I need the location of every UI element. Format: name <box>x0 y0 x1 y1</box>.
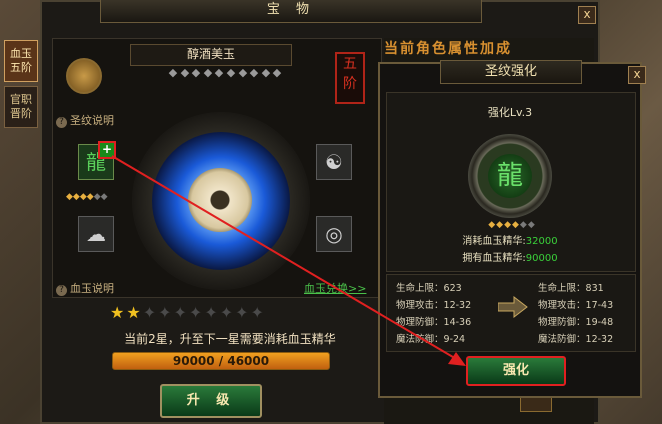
popup-title: 圣纹强化 <box>440 60 582 84</box>
star-rating: ★★✦✦✦✦✦✦✦✦ <box>110 303 266 322</box>
grade-dots <box>168 68 282 78</box>
star-empty-icon: ✦ <box>250 303 266 322</box>
stat-row: 魔法防御：9-24 <box>396 334 466 345</box>
star-empty-icon: ✦ <box>219 303 236 322</box>
tab-label-line1: 官职 <box>10 93 32 106</box>
grade-dot <box>249 68 259 78</box>
star-empty-icon: ✦ <box>188 303 205 322</box>
mini-star-icon: ◆ <box>100 192 108 202</box>
enhance-level: 强化Lv.3 <box>487 106 533 119</box>
rune-slot-spiral-icon[interactable]: ◎ <box>316 216 352 252</box>
seal-char: 五 <box>343 56 357 72</box>
rank-seal: 五 阶 <box>335 52 365 104</box>
stat-label: 物理防御 <box>538 317 577 328</box>
tab-label-line2: 晋阶 <box>10 107 32 120</box>
dragon-rune-icon: 龍 <box>488 154 532 198</box>
rune-slot-dragon2-icon[interactable]: ☯ <box>316 144 352 180</box>
star-filled-icon: ★ <box>110 303 127 322</box>
rune-help-label: 圣纹说明 <box>70 114 114 127</box>
stat-label: 物理攻击 <box>538 300 577 311</box>
own-row: 拥有血玉精华:90000 <box>386 249 634 264</box>
stat-row: 物理攻击：12-32 <box>396 300 472 311</box>
stat-value: 9-24 <box>443 334 466 345</box>
stat-label: 魔法防御 <box>538 334 577 345</box>
grade-dot <box>261 68 270 78</box>
stat-label: 魔法防御 <box>396 334 435 345</box>
tab-official-rank[interactable]: 官职 晋阶 <box>4 86 38 128</box>
star-empty-icon: ✦ <box>204 303 220 322</box>
grade-dot <box>226 68 235 78</box>
star-empty-icon: ✦ <box>235 303 251 322</box>
own-value: 90000 <box>525 253 558 264</box>
popup-close-button[interactable]: x <box>628 66 646 84</box>
stat-row: 生命上限：831 <box>538 283 604 294</box>
stat-row: 物理防御：14-36 <box>396 317 472 328</box>
rune-add-plus-button[interactable]: + <box>98 141 116 159</box>
stat-value: 12-32 <box>443 300 472 311</box>
stat-row: 物理攻击：17-43 <box>538 300 614 311</box>
rune-slot-cloud-icon[interactable]: ☁ <box>78 216 114 252</box>
stat-row: 魔法防御：12-32 <box>538 334 614 345</box>
stat-value: 17-43 <box>585 300 614 311</box>
current-stats: 生命上限：623 物理攻击：12-32 物理防御：14-36 魔法防御：9-24 <box>396 280 471 348</box>
blood-exchange-link[interactable]: 血玉兑换>> <box>304 280 366 296</box>
tab-label-line2: 五阶 <box>10 61 32 74</box>
lion-emblem-icon <box>66 58 102 94</box>
stat-label: 生命上限 <box>396 283 435 294</box>
enhance-star-dots: ◆◆◆◆◆◆ <box>488 220 536 230</box>
blood-help-label: 血玉说明 <box>70 282 114 295</box>
mini-star-icon: ◆ <box>79 192 87 202</box>
star-empty-icon: ✦ <box>158 303 174 322</box>
enhance-button[interactable]: 强化 <box>466 356 566 386</box>
jade-name: 醇酒美玉 <box>130 44 292 66</box>
grade-dot <box>191 68 201 78</box>
attribute-banner: 当前角色属性加成 <box>384 41 512 57</box>
mini-star-icon: ◆ <box>93 192 101 202</box>
grade-dot <box>203 68 212 78</box>
hidden-button <box>520 396 552 412</box>
stat-value: 12-32 <box>585 334 614 345</box>
question-icon: ? <box>56 117 67 128</box>
upgrade-button[interactable]: 升 级 <box>160 384 262 418</box>
stat-label: 生命上限 <box>538 283 577 294</box>
mini-star-icon: ◆ <box>86 192 94 202</box>
star-filled-icon: ★ <box>126 303 143 322</box>
stat-value: 14-36 <box>443 317 472 328</box>
upgrade-cost-text: 当前2星，升至下一星需要消耗血玉精华 <box>124 332 336 346</box>
blood-help-link[interactable]: ? 血玉说明 <box>56 280 114 296</box>
grade-dot <box>180 68 189 78</box>
stat-label: 物理攻击 <box>396 300 435 311</box>
mini-star-icon: ◆ <box>66 192 73 202</box>
question-icon: ? <box>56 285 67 296</box>
stat-label: 物理防御 <box>396 317 435 328</box>
grade-dot <box>215 68 224 78</box>
treasure-close-button[interactable]: x <box>578 6 596 24</box>
stat-row: 生命上限：623 <box>396 283 462 294</box>
consume-row: 消耗血玉精华:32000 <box>386 232 634 247</box>
rune-star-dots: ◆◆◆◆◆◆ <box>66 184 126 203</box>
consume-label: 消耗血玉精华: <box>462 236 526 247</box>
grade-dot <box>168 68 177 78</box>
next-stats: 生命上限：831 物理攻击：17-43 物理防御：19-48 魔法防御：12-3… <box>538 280 613 348</box>
blood-jade-disc-icon <box>188 168 252 232</box>
seal-char: 阶 <box>343 76 357 92</box>
star-empty-icon: ✦ <box>142 303 159 322</box>
stat-value: 831 <box>585 283 604 294</box>
star-empty-icon: ✦ <box>173 303 189 322</box>
stat-row: 物理防御：19-48 <box>538 317 614 328</box>
stat-value: 19-48 <box>585 317 614 328</box>
tab-label-line1: 血玉 <box>10 47 32 60</box>
stat-value: 623 <box>443 283 462 294</box>
treasure-window-title: 宝 物 <box>100 0 482 23</box>
essence-progress-bar: 90000 / 46000 <box>112 352 330 370</box>
grade-dot <box>238 68 247 78</box>
tab-blood-jade[interactable]: 血玉 五阶 <box>4 40 38 82</box>
arrow-right-icon <box>498 296 528 318</box>
consume-value: 32000 <box>525 236 558 247</box>
mini-star-icon: ◆ <box>72 192 80 202</box>
rune-help-link[interactable]: ? 圣纹说明 <box>56 112 114 128</box>
own-label: 拥有血玉精华: <box>462 253 526 264</box>
